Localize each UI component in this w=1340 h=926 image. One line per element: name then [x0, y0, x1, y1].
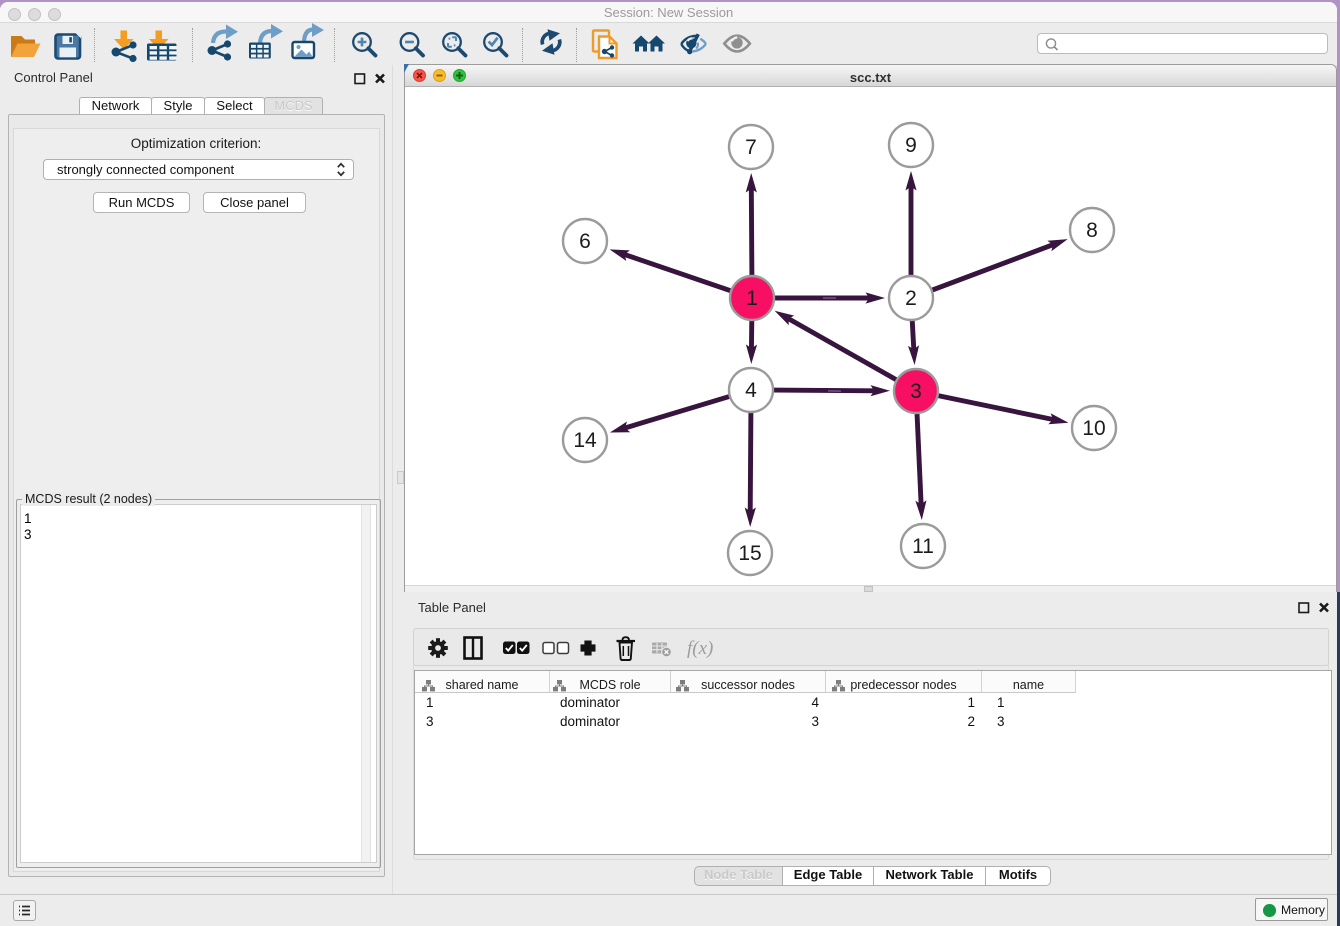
svg-text:10: 10 [1082, 417, 1105, 440]
svg-text:2: 2 [905, 287, 917, 310]
svg-text:6: 6 [579, 230, 591, 253]
svg-text:15: 15 [738, 542, 761, 565]
svg-text:9: 9 [905, 134, 917, 157]
svg-text:11: 11 [912, 535, 934, 558]
svg-text:1: 1 [746, 287, 758, 310]
svg-text:14: 14 [573, 429, 597, 452]
svg-text:f(x): f(x) [687, 638, 713, 659]
svg-text:4: 4 [745, 379, 757, 402]
svg-text:3: 3 [910, 380, 922, 403]
svg-text:8: 8 [1086, 219, 1098, 242]
svg-text:7: 7 [745, 136, 757, 159]
